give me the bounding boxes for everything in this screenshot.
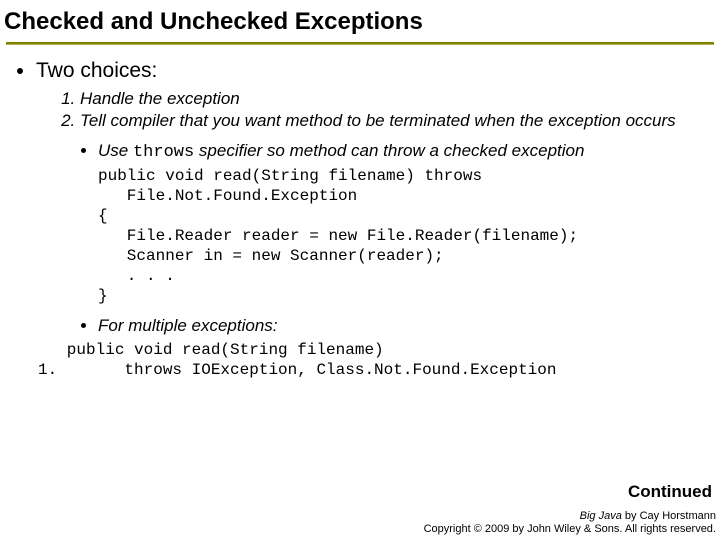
text-post: specifier so method can throw a checked … (194, 141, 584, 160)
code-block-1: public void read(String filename) throws… (98, 166, 706, 306)
choice-handle: Handle the exception (80, 89, 706, 109)
title-inner-rule (6, 44, 714, 45)
code-block-2: public void read(String filename) 1. thr… (38, 340, 706, 380)
choice-tell-compiler: Tell compiler that you want method to be… (80, 111, 706, 131)
footer-book: Big Java (580, 510, 622, 522)
bullet-list-level3: Use throws specifier so method can throw… (80, 141, 706, 380)
footer: Big Java by Cay Horstmann Copyright © 20… (424, 510, 716, 536)
continued-label: Continued (628, 482, 712, 502)
sub-text: For multiple exceptions: (98, 316, 278, 335)
slide-title: Checked and Unchecked Exceptions (0, 0, 720, 38)
bullet-two-choices: Two choices: Handle the exception Tell c… (36, 59, 706, 380)
sub-use-throws: Use throws specifier so method can throw… (98, 141, 706, 306)
footer-line1: Big Java by Cay Horstmann (424, 510, 716, 523)
numbered-list: Handle the exception Tell compiler that … (62, 89, 706, 131)
sub-multiple-exceptions: For multiple exceptions: public void rea… (98, 316, 706, 380)
footer-copyright: Copyright © 2009 by John Wiley & Sons. A… (424, 523, 716, 536)
bullet-list-level1: Two choices: Handle the exception Tell c… (22, 59, 706, 380)
code-throws: throws (133, 143, 194, 162)
footer-by: by Cay Horstmann (622, 510, 716, 522)
bullet-text: Two choices: (36, 59, 157, 82)
text-pre: Use (98, 141, 133, 160)
slide-content: Two choices: Handle the exception Tell c… (0, 59, 720, 380)
